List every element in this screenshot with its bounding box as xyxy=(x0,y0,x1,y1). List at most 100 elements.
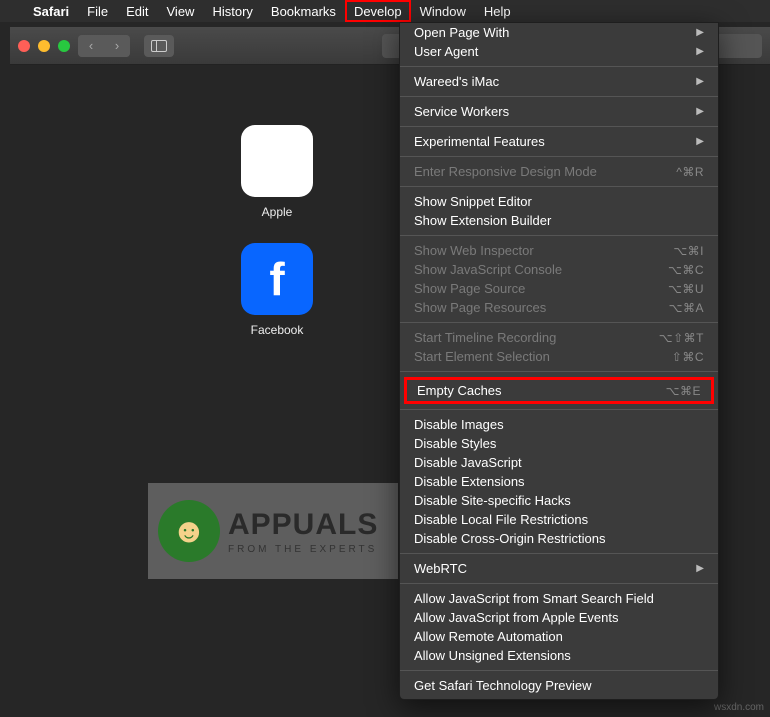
favorite-label: Apple xyxy=(262,205,293,219)
submenu-arrow-icon: ▶ xyxy=(696,27,704,38)
menu-develop[interactable]: Develop xyxy=(345,0,411,22)
menu-item-label: Wareed's iMac xyxy=(414,74,499,89)
menu-item-disable-extensions[interactable]: Disable Extensions xyxy=(400,472,718,491)
facebook-icon: f xyxy=(241,243,313,315)
menu-item-allow-unsigned-extensions[interactable]: Allow Unsigned Extensions xyxy=(400,646,718,665)
menu-item-enter-responsive-design-mode: Enter Responsive Design Mode^⌘R xyxy=(400,162,718,181)
menu-item-shortcut: ⌥⌘C xyxy=(668,263,704,277)
menu-item-service-workers[interactable]: Service Workers ▶ xyxy=(400,102,718,121)
menu-item-allow-remote-automation[interactable]: Allow Remote Automation xyxy=(400,627,718,646)
menu-separator xyxy=(400,156,718,157)
menu-item-start-element-selection: Start Element Selection ⇧⌘C xyxy=(400,347,718,366)
menu-item-show-page-source: Show Page Source ⌥⌘U xyxy=(400,279,718,298)
watermark: ☻ APPUALS FROM THE EXPERTS xyxy=(148,483,398,579)
watermark-avatar-icon: ☻ xyxy=(158,500,220,562)
menu-item-disable-site-specific-hacks[interactable]: Disable Site-specific Hacks xyxy=(400,491,718,510)
menu-view[interactable]: View xyxy=(158,0,204,22)
menu-help[interactable]: Help xyxy=(475,0,520,22)
menu-item-allow-javascript-from-smart-search-field[interactable]: Allow JavaScript from Smart Search Field xyxy=(400,589,718,608)
develop-dropdown: Open Page With▶User Agent▶Wareed's iMac▶… xyxy=(399,22,719,700)
menu-item-start-timeline-recording: Start Timeline Recording ⌥⇧⌘T xyxy=(400,328,718,347)
menu-item-label: Allow Unsigned Extensions xyxy=(414,648,571,663)
menu-item-label: Service Workers xyxy=(414,104,509,119)
close-button[interactable] xyxy=(18,40,30,52)
menu-item-disable-cross-origin-restrictions[interactable]: Disable Cross-Origin Restrictions xyxy=(400,529,718,548)
menu-item-wareed-s-imac[interactable]: Wareed's iMac▶ xyxy=(400,72,718,91)
menu-item-show-extension-builder[interactable]: Show Extension Builder xyxy=(400,211,718,230)
menu-item-shortcut: ⌥⌘A xyxy=(669,301,704,315)
menu-item-shortcut: ⌥⌘U xyxy=(668,282,704,296)
sidebar-toggle-button[interactable] xyxy=(144,35,174,57)
menu-item-label: Experimental Features xyxy=(414,134,545,149)
menu-item-label: Disable Local File Restrictions xyxy=(414,512,588,527)
menu-item-disable-local-file-restrictions[interactable]: Disable Local File Restrictions xyxy=(400,510,718,529)
submenu-arrow-icon: ▶ xyxy=(696,106,704,117)
menu-item-shortcut: ⇧⌘C xyxy=(672,350,704,364)
forward-button[interactable]: › xyxy=(104,35,130,57)
menu-file[interactable]: File xyxy=(78,0,117,22)
favorite-label: Facebook xyxy=(251,323,304,337)
favorite-facebook[interactable]: f Facebook xyxy=(198,243,356,337)
watermark-brand: APPUALS xyxy=(228,508,378,542)
menu-item-shortcut: ⌥⌘E xyxy=(666,384,701,398)
favorite-apple[interactable]: Apple xyxy=(198,125,356,219)
menu-item-label: Disable JavaScript xyxy=(414,455,522,470)
menu-item-open-page-with[interactable]: Open Page With ▶ xyxy=(400,23,718,42)
menubar: Safari File Edit View History Bookmarks … xyxy=(0,0,770,22)
menu-item-webrtc[interactable]: WebRTC ▶ xyxy=(400,559,718,578)
menu-item-label: Start Timeline Recording xyxy=(414,330,556,345)
menu-item-shortcut: ⌥⌘I xyxy=(673,244,704,258)
menu-item-disable-images[interactable]: Disable Images xyxy=(400,415,718,434)
menu-item-label: WebRTC xyxy=(414,561,467,576)
sidebar-icon xyxy=(151,40,167,52)
menu-item-allow-javascript-from-apple-events[interactable]: Allow JavaScript from Apple Events xyxy=(400,608,718,627)
nav-buttons: ‹ › xyxy=(78,35,130,57)
menu-bookmarks[interactable]: Bookmarks xyxy=(262,0,345,22)
menu-edit[interactable]: Edit xyxy=(117,0,157,22)
back-button[interactable]: ‹ xyxy=(78,35,104,57)
menu-item-disable-javascript[interactable]: Disable JavaScript xyxy=(400,453,718,472)
menu-separator xyxy=(400,186,718,187)
menu-item-empty-caches[interactable]: Empty Caches ⌥⌘E xyxy=(404,377,714,404)
menu-item-shortcut: ^⌘R xyxy=(676,165,704,179)
menu-window[interactable]: Window xyxy=(411,0,475,22)
maximize-button[interactable] xyxy=(58,40,70,52)
menu-item-get-safari-technology-preview[interactable]: Get Safari Technology Preview xyxy=(400,676,718,695)
menu-separator xyxy=(400,371,718,372)
menu-item-label: Open Page With xyxy=(414,25,509,40)
menu-item-label: Empty Caches xyxy=(417,383,502,398)
menu-separator xyxy=(400,322,718,323)
credit-text: wsxdn.com xyxy=(714,702,764,713)
menu-separator xyxy=(400,670,718,671)
menu-item-label: Disable Extensions xyxy=(414,474,525,489)
menu-separator xyxy=(400,409,718,410)
watermark-subtitle: FROM THE EXPERTS xyxy=(228,544,378,555)
menu-item-experimental-features[interactable]: Experimental Features ▶ xyxy=(400,132,718,151)
menu-item-user-agent[interactable]: User Agent ▶ xyxy=(400,42,718,61)
submenu-arrow-icon: ▶ xyxy=(696,563,704,574)
menu-item-label: Disable Cross-Origin Restrictions xyxy=(414,531,605,546)
menu-item-label: Disable Images xyxy=(414,417,504,432)
menu-item-label: Allow JavaScript from Apple Events xyxy=(414,610,618,625)
menu-item-label: Show Page Resources xyxy=(414,300,546,315)
submenu-arrow-icon: ▶ xyxy=(696,136,704,147)
menu-item-show-javascript-console: Show JavaScript Console⌥⌘C xyxy=(400,260,718,279)
menu-item-label: User Agent xyxy=(414,44,478,59)
menu-item-label: Start Element Selection xyxy=(414,349,550,364)
menu-history[interactable]: History xyxy=(203,0,261,22)
menu-item-label: Show Extension Builder xyxy=(414,213,551,228)
submenu-arrow-icon: ▶ xyxy=(696,46,704,57)
menu-item-show-snippet-editor[interactable]: Show Snippet Editor xyxy=(400,192,718,211)
menu-item-label: Show Web Inspector xyxy=(414,243,534,258)
menu-item-disable-styles[interactable]: Disable Styles xyxy=(400,434,718,453)
menu-item-label: Show Page Source xyxy=(414,281,525,296)
menu-item-shortcut: ⌥⇧⌘T xyxy=(659,331,704,345)
traffic-lights xyxy=(18,40,70,52)
menu-app-name[interactable]: Safari xyxy=(24,0,78,22)
menu-item-label: Disable Site-specific Hacks xyxy=(414,493,571,508)
menu-item-label: Allow Remote Automation xyxy=(414,629,563,644)
minimize-button[interactable] xyxy=(38,40,50,52)
menu-separator xyxy=(400,235,718,236)
menu-separator xyxy=(400,66,718,67)
menu-item-label: Disable Styles xyxy=(414,436,496,451)
